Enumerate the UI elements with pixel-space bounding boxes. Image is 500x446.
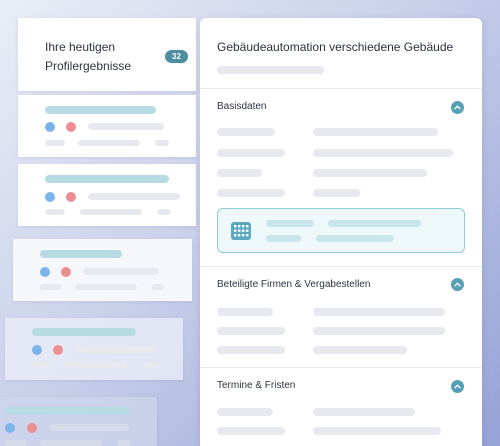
red-dot-icon — [53, 345, 63, 355]
result-text-placeholder — [49, 424, 129, 431]
field-label-placeholder — [217, 327, 285, 335]
result-meta-placeholder — [40, 440, 102, 446]
result-meta-placeholder — [65, 362, 127, 368]
result-meta-placeholder — [152, 284, 164, 290]
project-subtitle-placeholder — [217, 66, 324, 74]
section-title-termine-fristen[interactable]: Termine & Fristen — [217, 380, 295, 391]
field-label-placeholder — [217, 308, 273, 316]
result-text-placeholder — [88, 123, 164, 130]
result-card[interactable] — [0, 397, 157, 446]
result-title-placeholder — [45, 106, 156, 114]
divider — [200, 88, 482, 89]
chevron-up-icon[interactable] — [451, 101, 464, 114]
field-label-placeholder — [217, 128, 275, 136]
result-meta-placeholder — [157, 209, 171, 215]
info-line-placeholder — [316, 235, 394, 242]
result-meta-placeholder — [45, 209, 65, 215]
blue-dot-icon — [32, 345, 42, 355]
chevron-up-icon[interactable] — [451, 278, 464, 291]
calculator-icon — [230, 221, 252, 241]
section-title-beteiligte-firmen[interactable]: Beteiligte Firmen & Vergabestellen — [217, 279, 370, 290]
result-text-placeholder — [75, 346, 157, 353]
info-line-placeholder — [266, 220, 314, 227]
field-value-placeholder — [313, 346, 407, 354]
field-label-placeholder — [217, 408, 273, 416]
result-meta-placeholder — [142, 362, 156, 368]
project-title: Gebäudeautomation verschiedene Gebäude — [217, 40, 454, 54]
red-dot-icon — [27, 423, 37, 433]
field-label-placeholder — [217, 169, 262, 177]
divider — [200, 367, 482, 368]
result-text-placeholder — [83, 268, 159, 275]
result-meta-placeholder — [155, 140, 169, 146]
results-count-badge: 32 — [165, 50, 188, 63]
result-meta-placeholder — [32, 362, 52, 368]
divider — [200, 266, 482, 267]
result-meta-placeholder — [117, 440, 131, 446]
project-detail-panel: Gebäudeautomation verschiedene Gebäude B… — [200, 18, 482, 446]
result-meta-placeholder — [45, 140, 65, 146]
result-meta-placeholder — [80, 209, 142, 215]
chevron-up-icon[interactable] — [451, 380, 464, 393]
result-title-placeholder — [40, 250, 122, 258]
field-label-placeholder — [217, 346, 285, 354]
result-card[interactable] — [18, 95, 196, 157]
red-dot-icon — [66, 122, 76, 132]
info-line-placeholder — [328, 220, 421, 227]
field-value-placeholder — [313, 408, 415, 416]
field-value-placeholder — [313, 427, 441, 435]
section-title-basisdaten[interactable]: Basisdaten — [217, 101, 266, 112]
result-meta-placeholder — [75, 284, 137, 290]
result-meta-placeholder — [5, 440, 27, 446]
results-list-header: Ihre heutigen Profilergebnisse 32 — [18, 18, 196, 91]
result-meta-placeholder — [40, 284, 62, 290]
field-label-placeholder — [217, 189, 285, 197]
result-title-placeholder — [32, 328, 136, 336]
result-title-placeholder — [45, 175, 169, 183]
result-card[interactable] — [13, 239, 192, 301]
blue-dot-icon — [5, 423, 15, 433]
field-value-placeholder — [313, 189, 360, 197]
field-value-placeholder — [313, 169, 427, 177]
result-text-placeholder — [88, 193, 180, 200]
field-label-placeholder — [217, 427, 285, 435]
blue-dot-icon — [40, 267, 50, 277]
result-meta-placeholder — [78, 140, 140, 146]
result-title-placeholder — [5, 407, 130, 415]
results-list-title: Ihre heutigen Profilergebnisse — [45, 40, 132, 73]
result-card[interactable] — [18, 164, 196, 226]
red-dot-icon — [66, 192, 76, 202]
field-value-placeholder — [313, 327, 445, 335]
highlighted-info-box[interactable] — [217, 208, 465, 253]
red-dot-icon — [61, 267, 71, 277]
info-line-placeholder — [266, 235, 301, 242]
field-value-placeholder — [313, 308, 445, 316]
field-label-placeholder — [217, 149, 285, 157]
blue-dot-icon — [45, 122, 55, 132]
field-value-placeholder — [313, 149, 453, 157]
blue-dot-icon — [45, 192, 55, 202]
result-card[interactable] — [5, 318, 183, 380]
field-value-placeholder — [313, 128, 438, 136]
